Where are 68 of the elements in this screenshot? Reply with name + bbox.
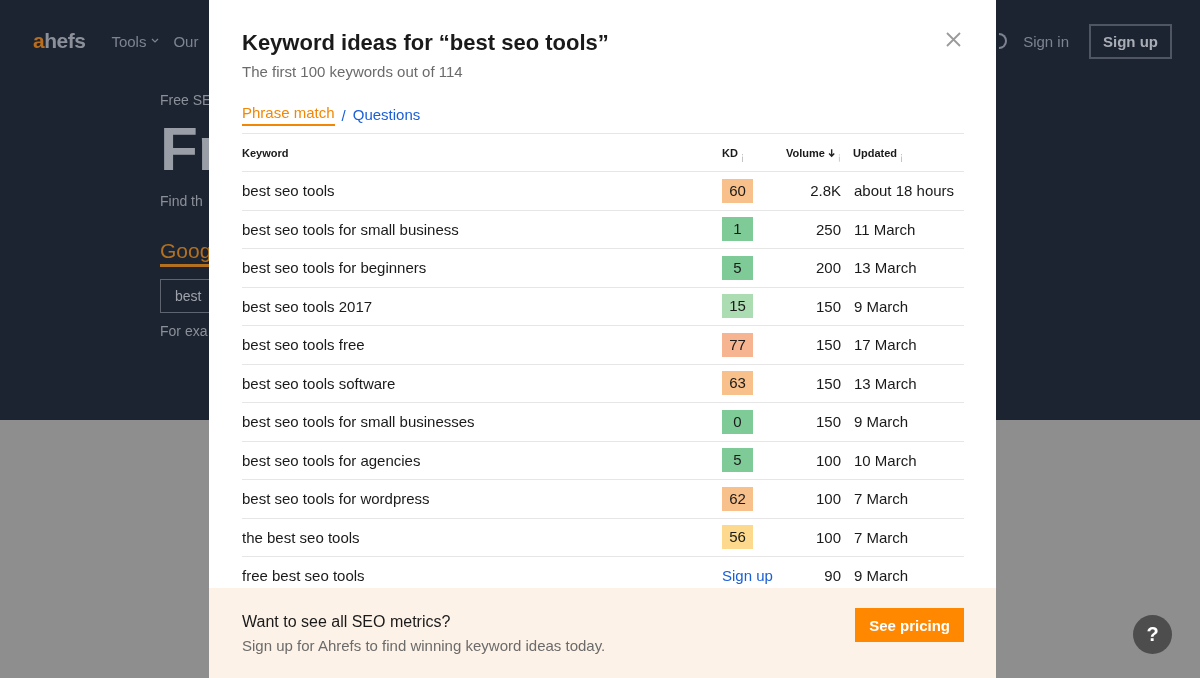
keyword-cell-text: best seo tools for small businesses xyxy=(242,413,476,431)
keyword-cell-text: best seo tools free xyxy=(242,336,366,354)
volume-cell-text: 2.8K xyxy=(809,182,842,200)
keyword-cell-text: best seo tools xyxy=(242,182,336,200)
info-icon[interactable] xyxy=(740,154,744,162)
volume-cell-text: 150 xyxy=(814,297,842,315)
kd-badge: 5 xyxy=(722,255,753,280)
updated-cell-text: 10 March xyxy=(853,451,918,469)
example-hint: For exa xyxy=(160,323,209,339)
kd-badge: 1 xyxy=(722,217,753,242)
nav-link[interactable]: Our xyxy=(173,32,199,50)
keyword-cell-text: best seo tools for wordpress xyxy=(242,490,431,508)
updated-cell-text: 7 March xyxy=(853,490,910,508)
volume-cell-text: 100 xyxy=(814,490,842,508)
kd-badge: 63 xyxy=(722,371,753,396)
volume-cell-text: 200 xyxy=(814,259,842,277)
volume-cell-text: 100 xyxy=(814,528,842,546)
keyword-cell-text: best seo tools 2017 xyxy=(242,297,374,315)
updated-cell-text: 9 March xyxy=(853,413,910,431)
volume-cell-text: 100 xyxy=(814,451,842,469)
kd-badge: 56 xyxy=(722,525,753,550)
sign-in-link[interactable]: Sign in xyxy=(1023,32,1069,50)
kd-badge: 0 xyxy=(722,409,753,434)
keyword-cell-text: best seo tools for beginners xyxy=(242,259,428,277)
logo[interactable]: ahefs xyxy=(33,29,86,53)
keyword-cell-text: best seo tools software xyxy=(242,374,397,392)
updated-cell-text: 11 March xyxy=(853,220,917,238)
updated-cell-text: about 18 hours xyxy=(853,182,956,200)
upsell-title: Want to see all SEO metrics? xyxy=(242,611,452,632)
keyword-cell-text: best seo tools for agencies xyxy=(242,451,422,469)
filter-tab[interactable]: Questions xyxy=(352,105,421,126)
sign-up-button[interactable]: Sign up xyxy=(1089,23,1172,59)
column-header: Keyword xyxy=(242,146,289,159)
updated-cell-text: 13 March xyxy=(853,259,918,277)
kd-badge: 60 xyxy=(722,178,753,203)
chevron-down-icon xyxy=(151,38,160,44)
kd-badge: 77 xyxy=(722,332,753,357)
updated-cell-text: 9 March xyxy=(853,567,910,585)
sort-down-arrow-icon xyxy=(827,147,836,158)
column-header: Updated xyxy=(853,146,897,159)
close-icon[interactable] xyxy=(946,32,961,47)
keyword-cell-text: best seo tools for small business xyxy=(242,220,460,238)
volume-cell-text: 90 xyxy=(823,567,842,585)
keyword-cell-text: free best seo tools xyxy=(242,567,366,585)
kd-badge: 62 xyxy=(722,486,753,511)
filter-tab[interactable]: Phrase match xyxy=(242,103,335,126)
tab-separator: / xyxy=(341,106,346,126)
nav-link[interactable]: Tools xyxy=(111,32,160,50)
volume-cell-text: 150 xyxy=(814,336,842,354)
sign-up-link[interactable]: Sign up xyxy=(722,567,773,585)
info-icon[interactable] xyxy=(900,154,903,162)
updated-cell-text: 17 March xyxy=(853,336,918,354)
column-header[interactable]: Volume xyxy=(786,146,825,159)
kd-badge: 5 xyxy=(722,448,753,473)
info-icon[interactable] xyxy=(838,154,841,162)
kd-badge: 15 xyxy=(722,294,753,319)
updated-cell-text: 7 March xyxy=(853,528,910,546)
upsell-text: Sign up for Ahrefs to find winning keyword ideas today. xyxy=(242,635,607,656)
keyword-cell-text: the best seo tools xyxy=(242,528,361,546)
volume-cell-text: 150 xyxy=(814,374,842,392)
updated-cell-text: 9 March xyxy=(853,297,910,315)
updated-cell-text: 13 March xyxy=(853,374,918,392)
column-header: KD xyxy=(722,146,738,159)
modal-title: Keyword ideas for “best seo tools” xyxy=(242,29,609,57)
volume-cell-text: 150 xyxy=(814,413,842,431)
volume-cell-text: 250 xyxy=(814,220,842,238)
modal-subtitle: The first 100 keywords out of 114 xyxy=(242,62,464,82)
globe-icon[interactable] xyxy=(999,33,1008,49)
